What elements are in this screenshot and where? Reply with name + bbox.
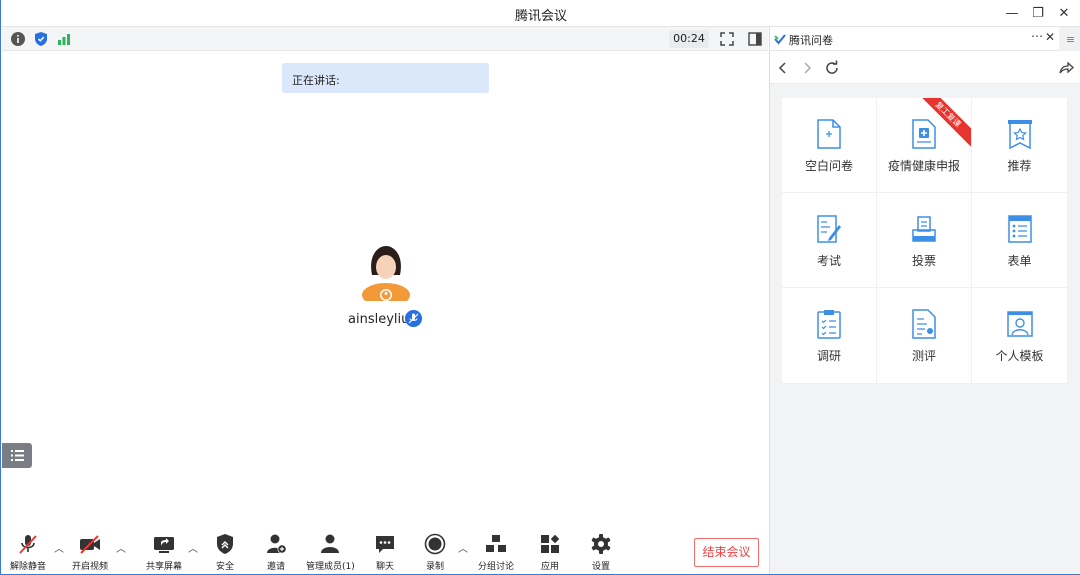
- apps-button[interactable]: 应用: [539, 533, 561, 573]
- list-icon: [11, 450, 24, 461]
- panel-menu-icon[interactable]: ≡: [1059, 27, 1080, 51]
- info-icon[interactable]: [10, 31, 26, 47]
- refresh-icon[interactable]: [823, 59, 841, 77]
- record-button[interactable]: 录制: [424, 533, 446, 573]
- app-window: 腾讯会议 — ❐ ✕ 00:24 正在讲话: ainsleyliu 解除静音 ︿…: [0, 0, 1080, 575]
- participant-avatar: [362, 246, 410, 301]
- chat-bubble-icon: [376, 536, 394, 553]
- back-icon[interactable]: [774, 59, 792, 77]
- mic-active-icon: [405, 310, 422, 327]
- title-bar: 腾讯会议 — ❐ ✕: [1, 0, 1080, 27]
- unmute-button[interactable]: 解除静音: [10, 533, 46, 573]
- record-icon: [424, 533, 446, 555]
- panel-tab-title: 腾讯问卷: [789, 34, 833, 47]
- manage-members-button[interactable]: 管理成员(1): [306, 533, 355, 573]
- template-recommend[interactable]: 推荐: [972, 98, 1068, 193]
- personal-template-icon: [1006, 311, 1033, 337]
- template-health-report[interactable]: 疫情健康申报 复工复课: [877, 98, 972, 193]
- participant-name: ainsleyliu: [348, 312, 410, 327]
- add-person-icon: [267, 534, 287, 554]
- meeting-timer: 00:24: [669, 30, 709, 48]
- breakout-rooms-button[interactable]: 分组讨论: [478, 533, 514, 573]
- tencent-survey-logo-icon: [774, 34, 786, 45]
- template-assessment[interactable]: 测评: [877, 288, 972, 384]
- share-options-chevron-icon[interactable]: ︿: [188, 540, 198, 555]
- window-title: 腾讯会议: [514, 9, 567, 24]
- template-exam[interactable]: 考试: [782, 193, 877, 288]
- exam-icon: [817, 215, 841, 243]
- settings-button[interactable]: 设置: [590, 533, 612, 573]
- restore-button[interactable]: ❐: [1025, 3, 1051, 23]
- close-button[interactable]: ✕: [1051, 3, 1077, 23]
- chat-button[interactable]: 聊天: [374, 533, 396, 573]
- template-form[interactable]: 表单: [972, 193, 1068, 288]
- apps-grid-icon: [541, 534, 560, 553]
- template-research[interactable]: 调研: [782, 288, 877, 384]
- health-report-icon: [912, 119, 936, 149]
- share-screen-icon: [154, 537, 174, 553]
- signal-icon[interactable]: [56, 31, 72, 47]
- window-controls: — ❐ ✕: [999, 3, 1077, 23]
- meeting-toolbar: 解除静音 ︿ 开启视频 ︿ 共享屏幕 ︿ 安全 邀请 管理成员(1) 聊天 录制…: [2, 527, 768, 574]
- research-icon: [817, 310, 841, 339]
- survey-template-grid: 空白问卷 疫情健康申报 复工复课 推荐 考试 投票 表单 调研 测评 个人模板: [782, 98, 1068, 384]
- sidebar-layout-icon[interactable]: [747, 31, 763, 47]
- vote-icon: [912, 216, 936, 242]
- forward-icon[interactable]: [798, 59, 816, 77]
- assessment-icon: [912, 309, 936, 339]
- record-options-chevron-icon[interactable]: ︿: [458, 540, 468, 555]
- form-icon: [1007, 215, 1032, 243]
- template-personal[interactable]: 个人模板: [972, 288, 1068, 384]
- breakout-icon: [486, 535, 506, 552]
- shield-icon[interactable]: [33, 31, 49, 47]
- template-blank-survey[interactable]: 空白问卷: [782, 98, 877, 193]
- member-list-toggle[interactable]: [2, 443, 32, 468]
- fullscreen-icon[interactable]: [719, 31, 735, 47]
- gear-icon: [591, 534, 611, 554]
- audio-options-chevron-icon[interactable]: ︿: [54, 540, 64, 555]
- start-video-button[interactable]: 开启视频: [72, 533, 108, 573]
- blank-doc-icon: [817, 119, 841, 149]
- panel-tab-bar: 腾讯问卷 ⋯ ✕ ≡: [770, 27, 1080, 51]
- recommend-icon: [1007, 120, 1032, 150]
- camera-off-icon: [80, 535, 100, 554]
- panel-navigation: [770, 51, 1080, 84]
- minimize-button[interactable]: —: [999, 3, 1025, 23]
- invite-button[interactable]: 邀请: [265, 533, 287, 573]
- survey-panel: 腾讯问卷 ⋯ ✕ ≡ 空白问卷 疫情健康申报 复工复课 推荐 考试 投票 表单 …: [769, 27, 1080, 574]
- mic-muted-icon: [19, 535, 37, 554]
- members-icon: [321, 534, 340, 553]
- meeting-area: 00:24 正在讲话: ainsleyliu 解除静音 ︿ 开启视频 ︿ 共享屏…: [2, 27, 768, 574]
- meeting-top-bar: 00:24: [2, 27, 768, 51]
- security-button[interactable]: 安全: [214, 533, 236, 573]
- speaking-indicator: 正在讲话:: [282, 63, 489, 93]
- close-tab-icon[interactable]: ✕: [1045, 30, 1055, 44]
- template-vote[interactable]: 投票: [877, 193, 972, 288]
- video-options-chevron-icon[interactable]: ︿: [116, 540, 126, 555]
- security-shield-icon: [217, 534, 233, 554]
- end-meeting-button[interactable]: 结束会议: [694, 538, 759, 567]
- share-icon[interactable]: [1057, 59, 1075, 77]
- share-screen-button[interactable]: 共享屏幕: [146, 533, 182, 573]
- more-options-icon[interactable]: ⋯: [1031, 29, 1043, 43]
